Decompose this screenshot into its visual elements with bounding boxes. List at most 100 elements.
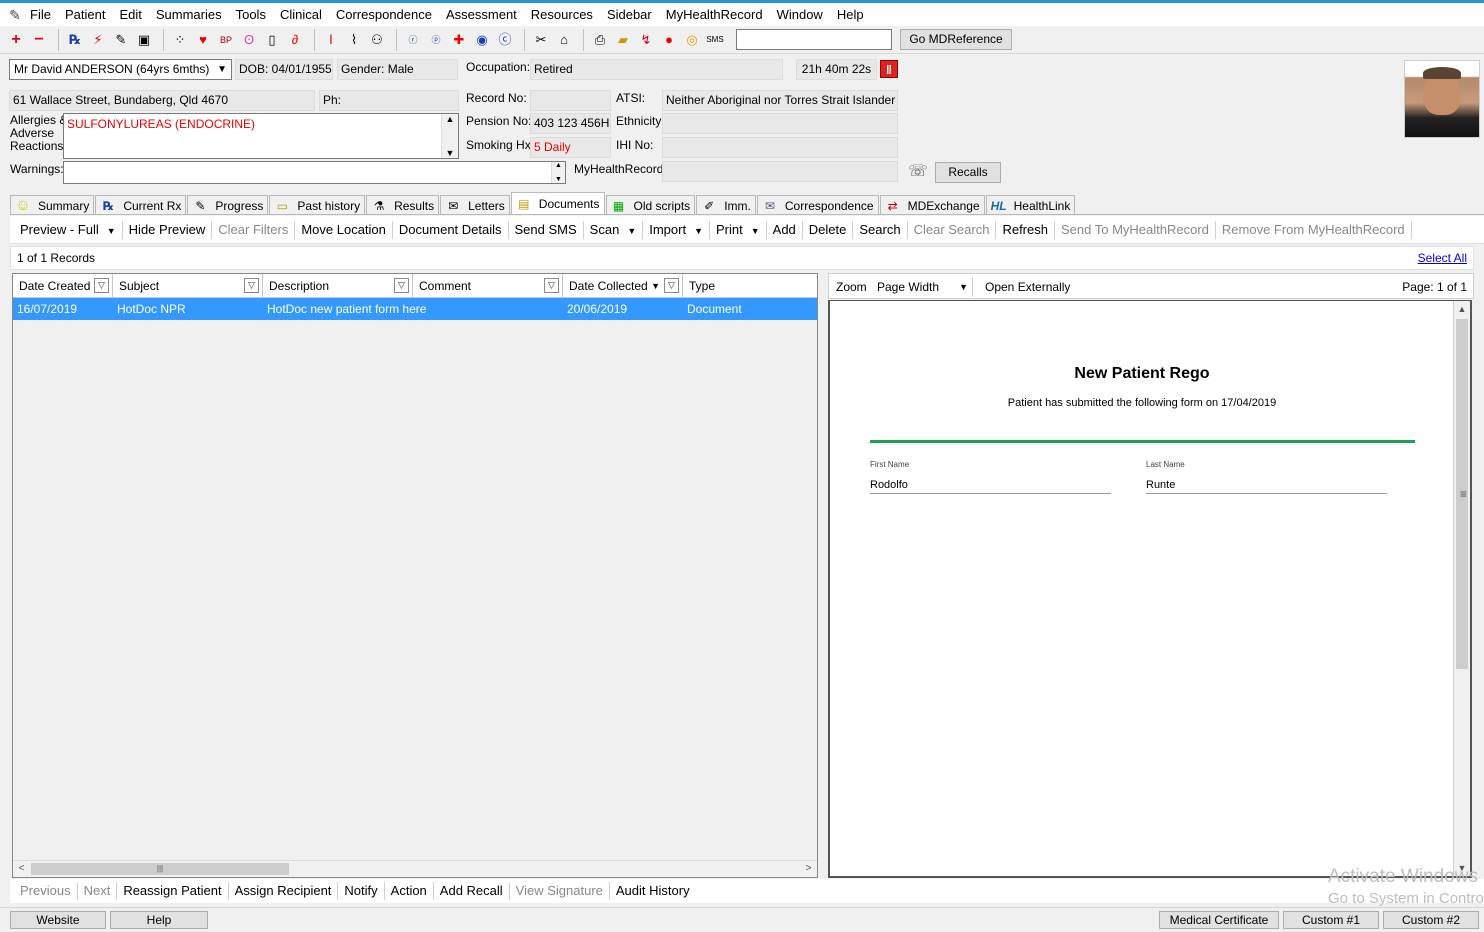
tab-mdexchange[interactable]: ⇄ MDExchange <box>879 195 985 215</box>
reassign-patient-button[interactable]: Reassign Patient <box>117 882 229 900</box>
column-date-collected[interactable]: Date Collected ▼ ▽ <box>563 274 683 298</box>
stethoscope-icon[interactable]: ⌇ <box>344 30 364 50</box>
menu-correspondence[interactable]: Correspondence <box>336 7 432 22</box>
menu-sidebar[interactable]: Sidebar <box>607 7 652 22</box>
zoom-select[interactable]: Page Width ▼ <box>873 277 973 297</box>
blood-pressure-icon[interactable]: BP <box>216 30 236 50</box>
search-button[interactable]: Search <box>853 220 908 239</box>
syringe-icon[interactable]: ↯ <box>636 30 656 50</box>
go-mdreference-button[interactable]: Go MDReference <box>900 29 1012 50</box>
tab-healthlink[interactable]: HL HealthLink <box>985 195 1076 215</box>
add-patient-icon[interactable]: + <box>6 30 26 50</box>
filter-icon[interactable]: ▽ <box>664 278 679 293</box>
import-dropdown[interactable]: Import ▼ <box>643 220 710 239</box>
refresh-button[interactable]: Refresh <box>996 220 1055 239</box>
clinical-calc-icon[interactable]: ◉ <box>472 30 492 50</box>
preview-vertical-scrollbar[interactable]: ▲ ▼ <box>1453 301 1470 876</box>
tab-results[interactable]: ⚗ Results <box>366 195 440 215</box>
menu-edit[interactable]: Edit <box>119 7 141 22</box>
preview-mode-dropdown[interactable]: Preview - Full ▼ <box>14 220 123 239</box>
patient-select[interactable]: Mr David ANDERSON (64yrs 6mths) ▼ <box>9 59 232 80</box>
prescription-icon[interactable]: ℞ <box>65 30 85 50</box>
column-type[interactable]: Type <box>683 274 817 298</box>
help-button[interactable]: Help <box>110 911 208 929</box>
move-location-button[interactable]: Move Location <box>295 220 393 239</box>
column-comment[interactable]: Comment ▽ <box>413 274 563 298</box>
menu-resources[interactable]: Resources <box>531 7 593 22</box>
tab-current-rx[interactable]: ℞ Current Rx <box>95 195 187 215</box>
lungs-icon[interactable]: ʘ <box>239 30 259 50</box>
open-externally-button[interactable]: Open Externally <box>985 280 1070 294</box>
previous-button[interactable]: Previous <box>14 882 78 900</box>
menu-window[interactable]: Window <box>777 7 823 22</box>
delete-button[interactable]: Delete <box>803 220 854 239</box>
menu-tools[interactable]: Tools <box>236 7 266 22</box>
ear-icon[interactable]: ∂ <box>285 30 305 50</box>
chevron-right-icon[interactable]: > <box>800 861 817 877</box>
grid-horizontal-scrollbar[interactable]: < ||| > <box>13 860 817 877</box>
assign-recipient-button[interactable]: Assign Recipient <box>229 882 339 900</box>
menu-assessment[interactable]: Assessment <box>446 7 517 22</box>
splitter-grip-icon[interactable]: ≡ <box>1460 487 1467 501</box>
menu-clinical[interactable]: Clinical <box>280 7 322 22</box>
document-details-button[interactable]: Document Details <box>393 220 509 239</box>
tab-summary[interactable]: ☺ Summary <box>10 195 95 215</box>
action-button[interactable]: Action <box>385 882 434 900</box>
cmi-icon[interactable]: ⓒ <box>495 30 515 50</box>
allergies-scrollbar[interactable]: ▲ ▼ <box>441 114 458 158</box>
send-to-mhr-button[interactable]: Send To MyHealthRecord <box>1055 220 1216 239</box>
scan-dropdown[interactable]: Scan ▼ <box>584 220 644 239</box>
tab-letters[interactable]: ✉ Letters <box>440 195 510 215</box>
recalls-button[interactable]: Recalls <box>935 162 1001 183</box>
custom-1-button[interactable]: Custom #1 <box>1283 911 1379 929</box>
print-dropdown[interactable]: Print ▼ <box>710 220 767 239</box>
sms-icon[interactable]: SMS <box>705 30 725 50</box>
clear-filters-button[interactable]: Clear Filters <box>212 220 296 239</box>
allergies-textarea[interactable]: SULFONYLUREAS (ENDOCRINE) ▲ ▼ <box>63 113 459 159</box>
tab-immunisations[interactable]: ✐ Imm. <box>696 195 756 215</box>
referral-icon[interactable]: ⓡ <box>403 30 423 50</box>
telephone-icon[interactable]: ☏ <box>906 160 930 184</box>
audit-history-button[interactable]: Audit History <box>610 882 696 900</box>
print-icon[interactable]: ⎙ <box>590 30 610 50</box>
column-description[interactable]: Description ▽ <box>263 274 413 298</box>
website-button[interactable]: Website <box>10 911 106 929</box>
tab-old-scripts[interactable]: ▦ Old scripts <box>605 195 696 215</box>
education-icon[interactable]: ⌂ <box>554 30 574 50</box>
toolbar-search-input[interactable] <box>736 29 892 50</box>
patient-info-icon[interactable]: ⓟ <box>426 30 446 50</box>
pills-icon[interactable]: ⁘ <box>170 30 190 50</box>
column-subject[interactable]: Subject ▽ <box>113 274 263 298</box>
hide-preview-button[interactable]: Hide Preview <box>123 220 213 239</box>
clear-search-button[interactable]: Clear Search <box>908 220 997 239</box>
chevron-left-icon[interactable]: < <box>13 861 30 877</box>
pause-timer-button[interactable]: ‖ <box>880 60 898 78</box>
menu-myhealthrecord[interactable]: MyHealthRecord <box>666 7 763 22</box>
custom-2-button[interactable]: Custom #2 <box>1383 911 1479 929</box>
test-tube-icon[interactable]: ǀ <box>321 30 341 50</box>
menu-help[interactable]: Help <box>837 7 864 22</box>
heart-icon[interactable]: ♥ <box>193 30 213 50</box>
notify-button[interactable]: Notify <box>338 882 385 900</box>
remove-patient-icon[interactable]: − <box>29 30 49 50</box>
menu-summaries[interactable]: Summaries <box>156 7 222 22</box>
view-signature-button[interactable]: View Signature <box>510 882 610 900</box>
warnings-scrollbar[interactable]: ▲ ▼ <box>551 162 565 183</box>
medical-record-icon[interactable]: ✚ <box>449 30 469 50</box>
progress-notes-icon[interactable]: ✎ <box>111 30 131 50</box>
tab-past-history[interactable]: ▭ Past history <box>269 195 366 215</box>
filter-icon[interactable]: ▽ <box>394 278 409 293</box>
family-icon[interactable]: ⚇ <box>367 30 387 50</box>
menu-patient[interactable]: Patient <box>65 7 105 22</box>
send-sms-button[interactable]: Send SMS <box>509 220 584 239</box>
filter-icon[interactable]: ▽ <box>94 278 109 293</box>
tab-documents[interactable]: ▤ Documents <box>510 192 605 215</box>
open-folder-icon[interactable]: ▰ <box>613 30 633 50</box>
running-man-icon[interactable]: ⚡ <box>88 30 108 50</box>
filter-icon[interactable]: ▽ <box>544 278 559 293</box>
tab-progress[interactable]: ✎ Progress <box>187 195 269 215</box>
record-icon[interactable]: ● <box>659 30 679 50</box>
add-button[interactable]: Add <box>767 220 803 239</box>
medical-certificate-button[interactable]: Medical Certificate <box>1159 911 1279 929</box>
next-button[interactable]: Next <box>78 882 118 900</box>
